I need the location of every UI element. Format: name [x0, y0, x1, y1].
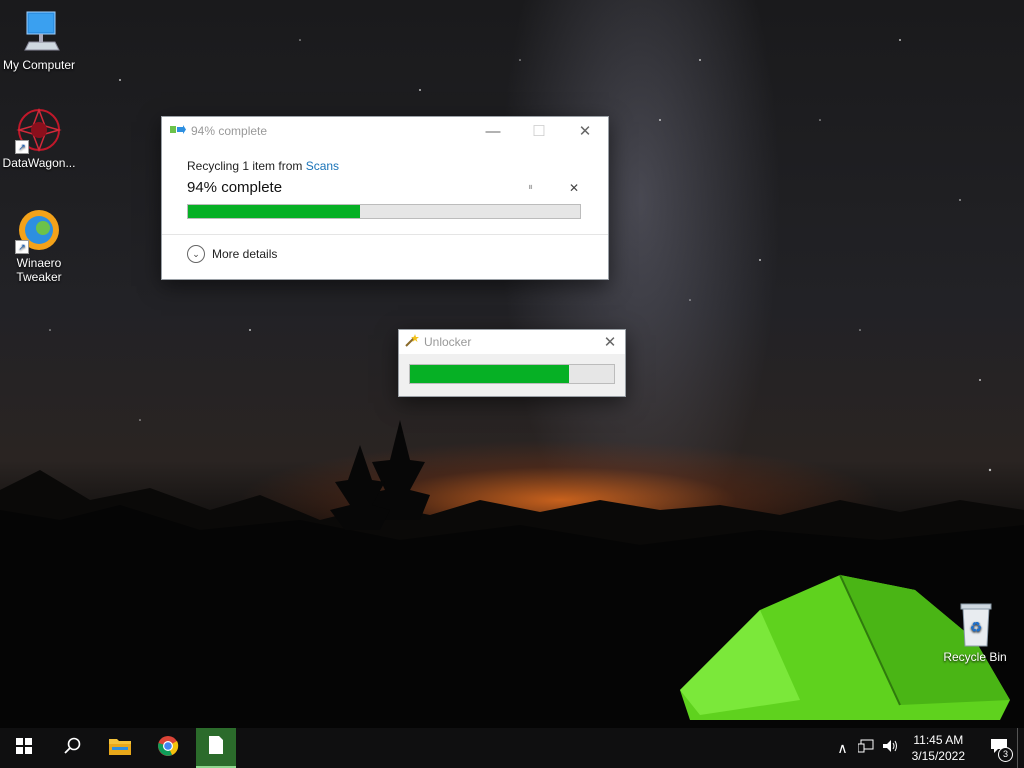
- taskbar: ∧ 11:45 AM 3/15/2022 3: [0, 728, 1024, 768]
- unlocker-progress-bar: [409, 364, 615, 384]
- close-button[interactable]: ✕: [595, 330, 625, 354]
- desktop-icon-label: My Computer: [2, 58, 76, 72]
- taskbar-notepad-active[interactable]: [196, 728, 236, 768]
- desktop-icon-label: Winaero Tweaker: [16, 256, 62, 284]
- computer-icon: [15, 8, 63, 56]
- show-desktop-button[interactable]: [1017, 728, 1024, 768]
- titlebar[interactable]: 94% complete — ☐ ✕: [162, 117, 608, 145]
- folder-icon: [108, 736, 132, 761]
- chrome-icon: [157, 735, 179, 762]
- shortcut-arrow-icon: ↗: [15, 240, 29, 254]
- recycle-bin-icon: ♻: [951, 600, 999, 648]
- titlebar[interactable]: Unlocker ✕: [399, 330, 625, 354]
- progress-fill: [410, 365, 570, 383]
- progress-fill: [188, 205, 361, 218]
- action-center-button[interactable]: 3: [981, 728, 1017, 768]
- winaero-tweaker-icon: ↗: [15, 206, 63, 254]
- clock-date: 3/15/2022: [911, 749, 965, 763]
- desktop-icon-recycle-bin[interactable]: ♻ Recycle Bin: [936, 600, 1014, 664]
- windows-logo-icon: [16, 737, 32, 759]
- pause-button[interactable]: ⏸: [528, 182, 533, 193]
- svg-text:♻: ♻: [970, 620, 983, 636]
- start-button[interactable]: [0, 728, 48, 768]
- file-transfer-icon: [170, 124, 186, 139]
- progress-status: 94% complete: [187, 179, 283, 196]
- source-folder-link[interactable]: Scans: [306, 159, 339, 173]
- close-button[interactable]: ✕: [562, 117, 608, 145]
- datawagon-icon: ↗: [15, 106, 63, 154]
- minimize-button[interactable]: —: [470, 117, 516, 145]
- desktop-icon-winaero-tweaker[interactable]: ↗ Winaero Tweaker: [0, 206, 78, 284]
- recycle-progress-bar: [187, 204, 581, 219]
- window-title: 94% complete: [191, 124, 268, 138]
- chevron-down-icon: ⌄: [187, 245, 205, 263]
- chevron-up-icon[interactable]: ∧: [837, 740, 847, 757]
- desktop-icon-my-computer[interactable]: My Computer: [0, 8, 78, 72]
- desktop-icon-label: DataWagon...: [2, 156, 76, 170]
- network-icon[interactable]: [857, 739, 874, 758]
- shortcut-arrow-icon: ↗: [15, 140, 29, 154]
- search-button[interactable]: [48, 728, 96, 768]
- desktop-icon-datawagon[interactable]: ↗ DataWagon...: [0, 106, 78, 170]
- notification-count-badge: 3: [998, 747, 1013, 762]
- recycle-description: Recycling 1 item from Scans: [187, 159, 583, 173]
- volume-icon[interactable]: [882, 739, 900, 758]
- document-icon: [208, 735, 224, 760]
- desktop-icon-label: Recycle Bin: [943, 650, 1007, 664]
- taskbar-chrome[interactable]: [144, 728, 192, 768]
- maximize-button[interactable]: ☐: [516, 117, 562, 145]
- more-details-label: More details: [212, 247, 278, 261]
- more-details-row[interactable]: ⌄ More details: [162, 234, 608, 273]
- search-icon: [63, 737, 81, 760]
- recycle-progress-window: 94% complete — ☐ ✕ Recycling 1 item from…: [161, 116, 609, 280]
- clock-time: 11:45 AM: [913, 733, 964, 747]
- wand-icon: [403, 333, 419, 352]
- clock[interactable]: 11:45 AM 3/15/2022: [912, 732, 965, 764]
- description-text: Recycling 1 item from: [187, 159, 306, 173]
- window-title: Unlocker: [424, 335, 472, 349]
- unlocker-window: Unlocker ✕: [398, 329, 626, 397]
- cancel-button[interactable]: ✕: [569, 181, 579, 195]
- taskbar-file-explorer[interactable]: [96, 728, 144, 768]
